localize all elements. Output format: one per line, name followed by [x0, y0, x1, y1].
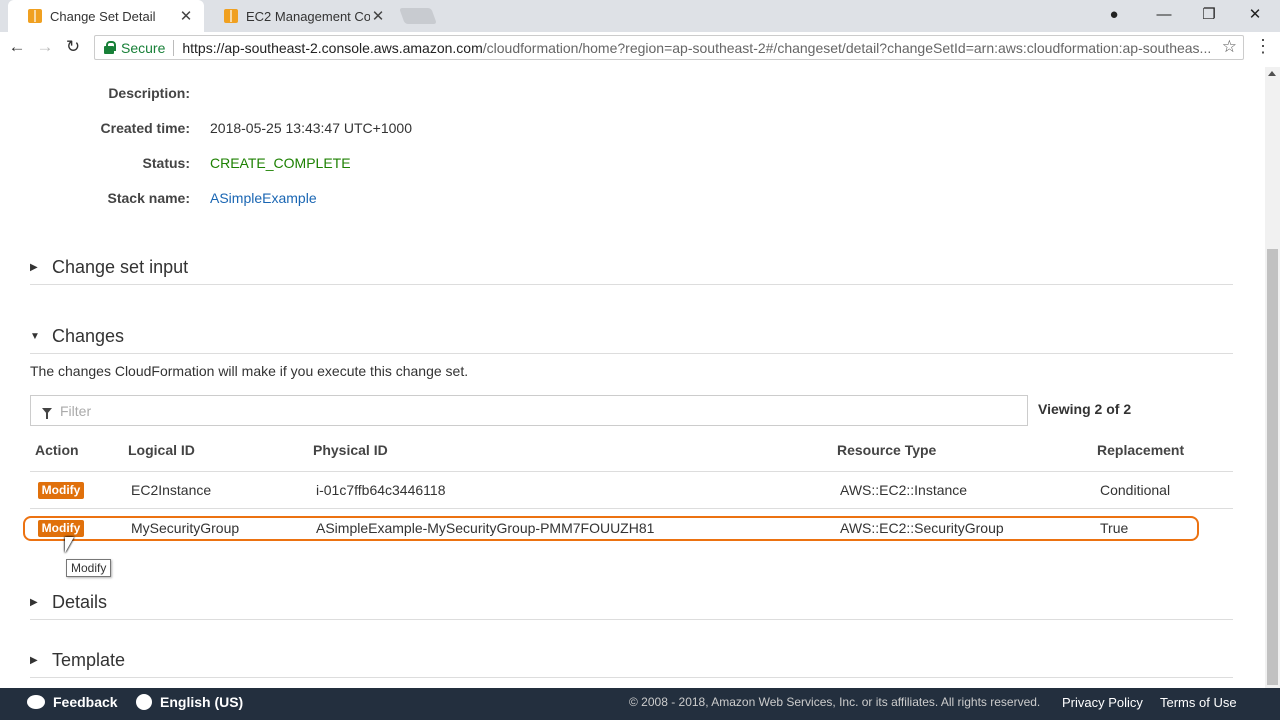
forward-icon[interactable]: →	[34, 36, 56, 58]
feedback-button[interactable]: Feedback	[27, 688, 118, 720]
bookmark-star-icon[interactable]: ☆	[1222, 37, 1237, 57]
viewing-count: Viewing 2 of 2	[1038, 401, 1132, 417]
column-header-action[interactable]: Action	[35, 442, 79, 458]
feedback-label: Feedback	[53, 694, 118, 710]
terms-of-use-link[interactable]: Terms of Use	[1160, 688, 1237, 720]
tab-label: Change Set Detail	[50, 8, 156, 24]
status-row: Status: CREATE_COMPLETE	[0, 153, 351, 173]
replacement-cell: Conditional	[1100, 482, 1171, 498]
physical-id-cell: ASimpleExample-MySecurityGroup-PMM7FOUUZ…	[316, 520, 655, 536]
address-separator	[173, 39, 175, 56]
section-change-set-input[interactable]: ▶ Change set input	[30, 251, 1233, 285]
url-path: /cloudformation/home?region=ap-southeast…	[482, 39, 1212, 56]
logical-id-cell: EC2Instance	[131, 482, 212, 498]
aws-favicon-icon	[224, 9, 238, 23]
status-label: Status:	[142, 155, 190, 171]
section-title: Changes	[52, 326, 125, 346]
resource-type-cell: AWS::EC2::SecurityGroup	[840, 520, 1004, 536]
scroll-up-icon[interactable]	[1268, 71, 1276, 76]
window-close-icon[interactable]: ✕	[1243, 4, 1267, 26]
secure-label: Secure	[121, 39, 166, 56]
section-changes[interactable]: ▼ Changes	[30, 320, 1233, 354]
section-title: Change set input	[52, 257, 189, 277]
back-icon[interactable]: ←	[6, 36, 28, 58]
tooltip: Modify	[66, 559, 112, 577]
new-tab-button[interactable]	[399, 8, 437, 24]
privacy-policy-link[interactable]: Privacy Policy	[1062, 688, 1143, 720]
stack-name-row: Stack name: ASimpleExample	[0, 188, 317, 208]
minimize-icon[interactable]: —	[1152, 4, 1176, 26]
lock-icon	[103, 41, 116, 54]
globe-icon	[136, 694, 152, 711]
caret-down-icon: ▼	[30, 331, 40, 342]
tab-change-set-detail[interactable]: Change Set Detail ✕	[8, 0, 204, 32]
console-footer: Feedback English (US) © 2008 - 2018, Ama…	[0, 688, 1280, 720]
profile-icon[interactable]: ●	[1102, 4, 1126, 26]
column-header-physical-id[interactable]: Physical ID	[313, 442, 388, 458]
description-label: Description:	[108, 85, 190, 101]
restore-icon[interactable]: ❐	[1197, 4, 1221, 26]
physical-id-cell: i-01c7ffb64c3446118	[316, 482, 446, 498]
filter-input[interactable]	[60, 402, 1000, 419]
browser-tab-bar: Change Set Detail ✕ EC2 Management Conso…	[0, 0, 1280, 32]
address-bar[interactable]: Secure https://ap-southeast-2.console.aw…	[94, 35, 1244, 60]
mouse-cursor-icon	[65, 537, 74, 553]
url-host: https://ap-southeast-2.console.aws.amazo…	[182, 39, 483, 56]
column-header-replacement[interactable]: Replacement	[1097, 442, 1184, 458]
created-time-row: Created time: 2018-05-25 13:43:47 UTC+10…	[0, 118, 412, 138]
created-time-label: Created time:	[100, 120, 190, 136]
copyright-text: © 2008 - 2018, Amazon Web Services, Inc.…	[629, 695, 1041, 709]
language-selector[interactable]: English (US)	[136, 688, 243, 720]
replacement-cell: True	[1100, 520, 1129, 536]
action-badge[interactable]: Modify	[38, 520, 84, 537]
action-badge: Modify	[38, 482, 84, 499]
table-divider	[30, 471, 1233, 472]
section-title: Details	[52, 592, 108, 612]
stack-name-label: Stack name:	[107, 190, 190, 206]
tab-ec2-console[interactable]: EC2 Management Console ✕	[204, 0, 396, 32]
language-label: English (US)	[160, 694, 244, 710]
section-template[interactable]: ▶ Template	[30, 644, 1233, 678]
close-icon[interactable]: ✕	[178, 7, 194, 25]
description-row: Description:	[0, 83, 190, 103]
tab-label: EC2 Management Console	[246, 8, 370, 24]
resource-type-cell: AWS::EC2::Instance	[840, 482, 968, 498]
created-time-value: 2018-05-25 13:43:47 UTC+1000	[210, 120, 412, 136]
caret-right-icon: ▶	[30, 597, 38, 608]
column-header-logical-id[interactable]: Logical ID	[128, 442, 195, 458]
aws-favicon-icon	[28, 9, 42, 23]
logical-id-cell: MySecurityGroup	[131, 520, 240, 536]
column-header-resource-type[interactable]: Resource Type	[837, 442, 936, 458]
caret-right-icon: ▶	[30, 655, 38, 666]
section-title: Template	[52, 650, 126, 670]
scroll-thumb[interactable]	[1267, 249, 1278, 685]
chat-bubble-icon	[27, 695, 45, 710]
table-divider	[30, 508, 1233, 509]
filter-field[interactable]	[30, 395, 1028, 426]
filter-icon	[42, 407, 52, 419]
status-value: CREATE_COMPLETE	[210, 155, 351, 171]
browser-toolbar: ← → ↻ Secure https://ap-southeast-2.cons…	[0, 32, 1280, 62]
section-details[interactable]: ▶ Details	[30, 586, 1233, 620]
browser-menu-icon[interactable]: ⋮	[1254, 36, 1272, 58]
reload-icon[interactable]: ↻	[62, 36, 84, 58]
caret-right-icon: ▶	[30, 262, 38, 273]
page-content: Description: Created time: 2018-05-25 13…	[0, 67, 1265, 688]
stack-name-link[interactable]: ASimpleExample	[210, 190, 317, 206]
close-icon[interactable]: ✕	[370, 7, 386, 25]
changes-description: The changes CloudFormation will make if …	[30, 363, 469, 379]
scrollbar[interactable]	[1265, 67, 1280, 688]
